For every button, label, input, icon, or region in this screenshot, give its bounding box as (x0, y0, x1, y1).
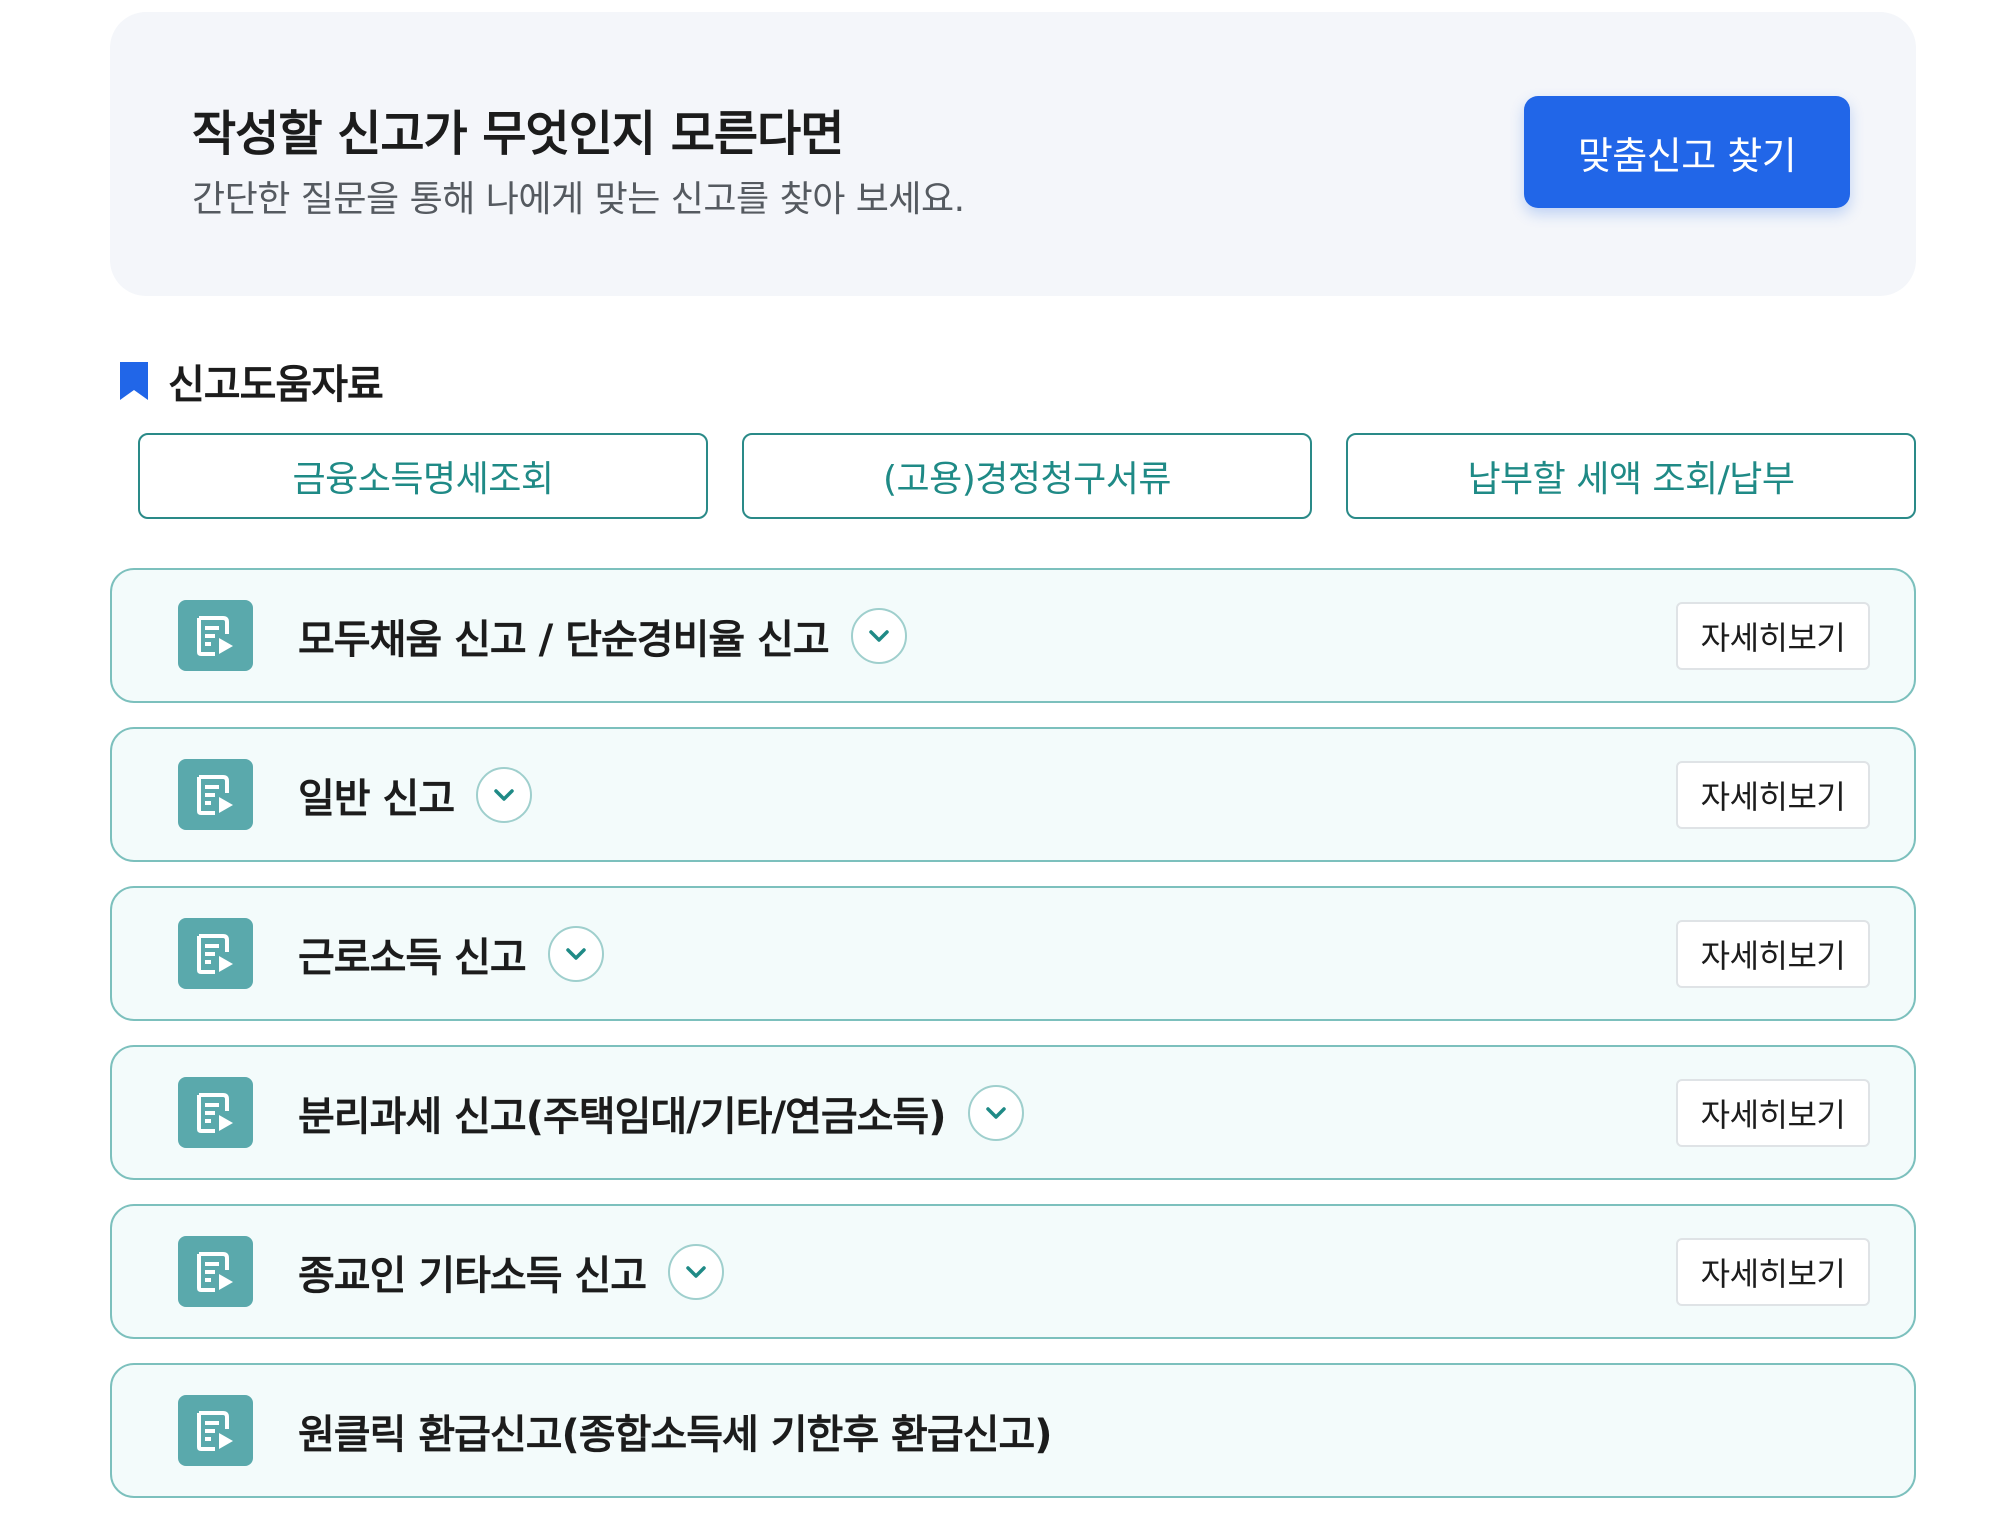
employment-correction-documents-button[interactable]: (고용)경정청구서류 (742, 433, 1312, 519)
banner-title: 작성할 신고가 무엇인지 모른다면 (192, 106, 844, 162)
report-title-text: 일반 신고 (298, 775, 455, 822)
page-content: 작성할 신고가 무엇인지 모른다면 간단한 질문을 통해 나에게 맞는 신고를 … (110, 12, 1916, 1498)
report-title-text: 분리과세 신고(주택임대/기타/연금소득) (298, 1093, 947, 1140)
find-custom-report-button[interactable]: 맞춤신고 찾기 (1524, 96, 1850, 208)
document-edit-icon (178, 600, 253, 671)
view-details-button[interactable]: 자세히보기 (1676, 1238, 1870, 1306)
report-card-separate-taxation[interactable]: 분리과세 신고(주택임대/기타/연금소득) 자세히보기 (110, 1045, 1916, 1180)
expand-button[interactable] (668, 1243, 725, 1300)
expand-button[interactable] (547, 925, 604, 982)
expand-button[interactable] (967, 1084, 1024, 1141)
report-card-religious-income[interactable]: 종교인 기타소득 신고 자세히보기 (110, 1204, 1916, 1339)
report-card-earned-income[interactable]: 근로소득 신고 자세히보기 (110, 886, 1916, 1021)
report-title-text: 근로소득 신고 (298, 934, 527, 981)
banner-subtitle: 간단한 질문을 통해 나에게 맞는 신고를 찾아 보세요. (192, 179, 965, 220)
financial-income-lookup-button[interactable]: 금융소득명세조회 (138, 433, 708, 519)
document-edit-icon (178, 1395, 253, 1466)
expand-button[interactable] (476, 766, 533, 823)
report-title: 일반 신고 (298, 729, 533, 860)
report-title-text: 원클릭 환급신고(종합소득세 기한후 환급신고) (298, 1411, 1053, 1458)
document-edit-icon (178, 1236, 253, 1307)
document-edit-icon (178, 918, 253, 989)
document-edit-icon (178, 1077, 253, 1148)
view-details-button[interactable]: 자세히보기 (1676, 602, 1870, 670)
view-details-button[interactable]: 자세히보기 (1676, 1079, 1870, 1147)
view-details-button[interactable]: 자세히보기 (1676, 920, 1870, 988)
tax-payment-lookup-button[interactable]: 납부할 세액 조회/납부 (1346, 433, 1916, 519)
custom-report-banner: 작성할 신고가 무엇인지 모른다면 간단한 질문을 통해 나에게 맞는 신고를 … (110, 12, 1916, 296)
report-title: 종교인 기타소득 신고 (298, 1206, 725, 1337)
bookmark-icon (120, 362, 148, 400)
report-card-prefilled[interactable]: 모두채움 신고 / 단순경비율 신고 자세히보기 (110, 568, 1916, 703)
help-material-buttons: 금융소득명세조회 (고용)경정청구서류 납부할 세액 조회/납부 (138, 433, 1916, 519)
help-section-heading: 신고도움자료 (118, 356, 384, 408)
chevron-down-icon (565, 947, 586, 960)
help-section-title: 신고도움자료 (168, 362, 384, 408)
chevron-down-icon (686, 1265, 706, 1278)
report-card-general[interactable]: 일반 신고 자세히보기 (110, 727, 1916, 862)
report-title: 근로소득 신고 (298, 888, 604, 1019)
report-title-text: 종교인 기타소득 신고 (298, 1252, 647, 1299)
report-title: 원클릭 환급신고(종합소득세 기한후 환급신고) (298, 1365, 1053, 1496)
report-list: 모두채움 신고 / 단순경비율 신고 자세히보기 일반 신고 자세히보기 근로소… (110, 568, 1916, 1522)
document-edit-icon (178, 759, 253, 830)
report-title: 분리과세 신고(주택임대/기타/연금소득) (298, 1047, 1024, 1178)
chevron-down-icon (985, 1106, 1006, 1119)
expand-button[interactable] (850, 607, 907, 664)
view-details-button[interactable]: 자세히보기 (1676, 761, 1870, 829)
report-title: 모두채움 신고 / 단순경비율 신고 (298, 570, 907, 701)
report-card-one-click-refund[interactable]: 원클릭 환급신고(종합소득세 기한후 환급신고) (110, 1363, 1916, 1498)
chevron-down-icon (868, 629, 889, 642)
report-title-text: 모두채움 신고 / 단순경비율 신고 (298, 616, 830, 663)
chevron-down-icon (494, 788, 514, 801)
